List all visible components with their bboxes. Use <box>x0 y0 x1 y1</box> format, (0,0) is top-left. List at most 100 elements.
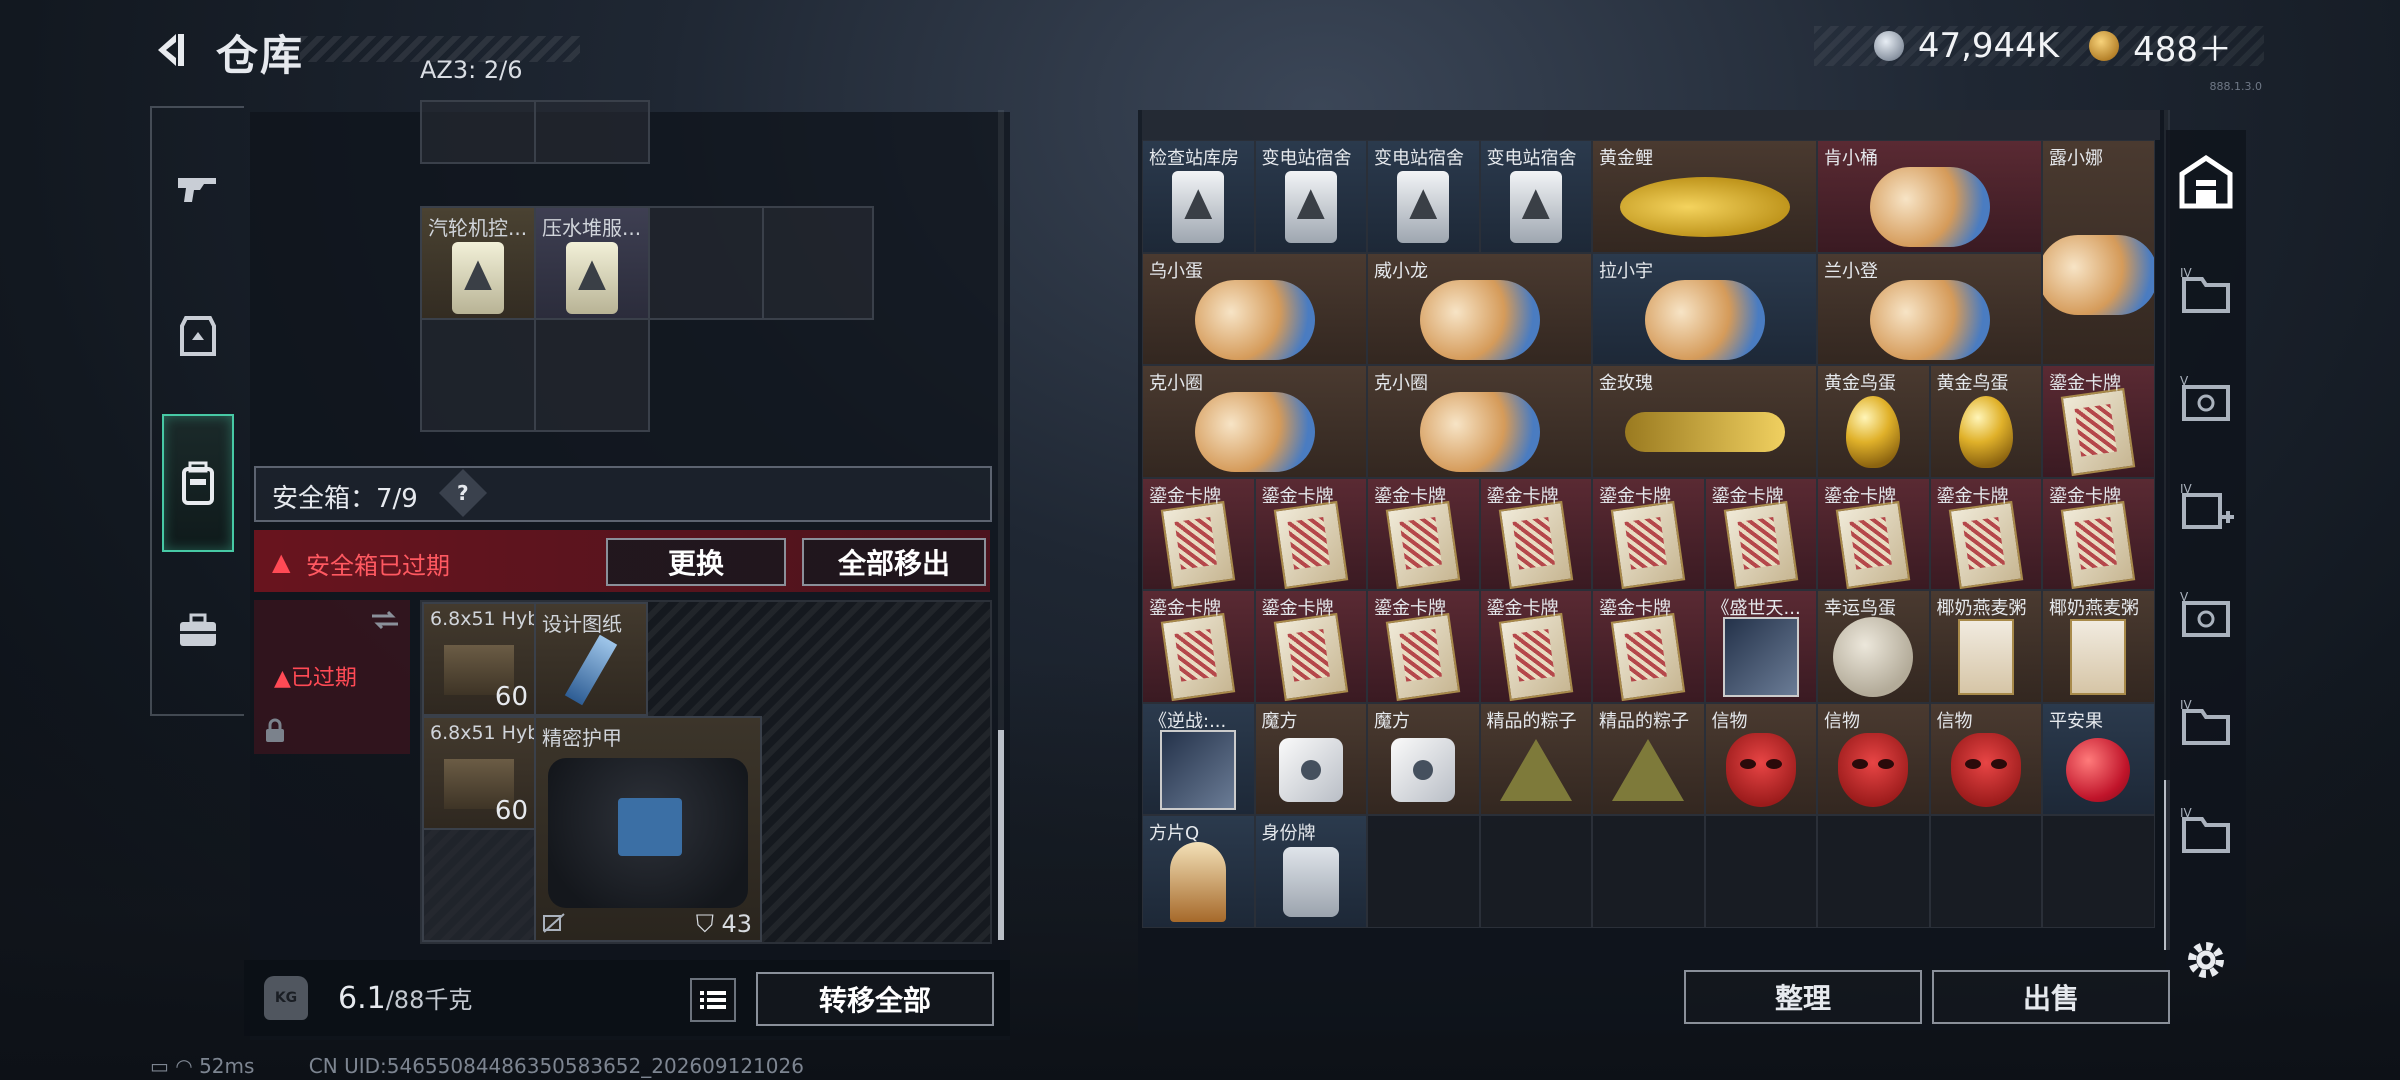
gear-icon <box>2188 942 2224 978</box>
storage-item[interactable]: 拉小宇 <box>1592 252 1817 365</box>
safe-slot-item[interactable]: 设计图纸 <box>534 602 648 716</box>
list-view-button[interactable] <box>690 978 736 1022</box>
transfer-all-button[interactable]: 转移全部 <box>756 972 994 1026</box>
storage-item[interactable]: 鎏金卡牌 <box>1254 477 1367 590</box>
safe-slot-item[interactable]: 6.8x51 Hybrid 60 <box>422 716 564 830</box>
safe-slot-item[interactable]: 6.8x51 Hybrid 60 <box>422 602 564 716</box>
storage-item[interactable]: 椰奶燕麦粥 <box>2042 590 2155 703</box>
storage-item[interactable]: 鎏金卡牌 <box>1142 477 1255 590</box>
storage-item[interactable]: 鎏金卡牌 <box>1704 477 1817 590</box>
toy-icon <box>1644 279 1765 360</box>
safe-box-case[interactable]: ▲已过期 <box>254 600 410 754</box>
replace-button[interactable]: 更换 <box>606 538 786 586</box>
storage-item[interactable]: 鎏金卡牌 <box>1479 590 1592 703</box>
storage-slot-empty[interactable] <box>1929 815 2042 928</box>
remove-all-button[interactable]: 全部移出 <box>802 538 986 586</box>
storage-slot-empty[interactable] <box>1817 815 1930 928</box>
safe-slot-item[interactable]: 精密护甲 ⛉ 43 <box>534 716 762 942</box>
storage-item[interactable]: 身份牌 <box>1254 815 1367 928</box>
storage-item[interactable]: 信物 <box>1929 702 2042 815</box>
storage-item[interactable]: 平安果 <box>2042 702 2155 815</box>
storage-item[interactable]: 信物 <box>1817 702 1930 815</box>
storage-item[interactable]: 露小娜 <box>2042 140 2155 365</box>
rail-armor-tab[interactable] <box>162 300 234 372</box>
storage-tab-v-1[interactable]: V <box>2176 370 2236 430</box>
storage-item[interactable]: 鎏金卡牌 <box>1929 477 2042 590</box>
storage-item[interactable]: 鎏金卡牌 <box>1254 590 1367 703</box>
az3-slot-item[interactable]: 汽轮机控... <box>420 206 536 320</box>
storage-item[interactable]: 鎏金卡牌 <box>1592 590 1705 703</box>
rail-weapon-tab[interactable] <box>162 152 234 224</box>
storage-item[interactable]: 椰奶燕麦粥 <box>1929 590 2042 703</box>
storage-item[interactable]: 鎏金卡牌 <box>1479 477 1592 590</box>
storage-item[interactable]: 鎏金卡牌 <box>1592 477 1705 590</box>
storage-tab-v-2[interactable]: V <box>2176 586 2236 646</box>
storage-item[interactable]: 信物 <box>1704 702 1817 815</box>
left-scrollbar-thumb[interactable] <box>998 730 1004 940</box>
storage-item[interactable]: 幸运鸟蛋 <box>1817 590 1930 703</box>
back-button[interactable] <box>148 28 192 72</box>
storage-slot-empty[interactable] <box>1479 815 1592 928</box>
storage-item[interactable]: 鎏金卡牌 <box>1367 590 1480 703</box>
sell-button[interactable]: 出售 <box>1932 970 2170 1024</box>
safe-slot-empty[interactable] <box>422 828 536 942</box>
storage-item[interactable]: 鎏金卡牌 <box>1367 477 1480 590</box>
storage-item[interactable]: 方片Q <box>1142 815 1255 928</box>
left-scrollbar[interactable] <box>998 110 1004 940</box>
storage-item[interactable]: 肯小桶 <box>1817 140 2042 253</box>
storage-tab-iv-3[interactable]: IV <box>2176 802 2236 862</box>
keycard-icon <box>566 242 618 315</box>
weight-icon: KG <box>264 976 308 1020</box>
storage-item[interactable]: 兰小登 <box>1817 252 2042 365</box>
storage-item[interactable]: 精品的粽子 <box>1592 702 1705 815</box>
storage-item[interactable]: 精品的粽子 <box>1479 702 1592 815</box>
storage-item[interactable]: 鎏金卡牌 <box>1817 477 1930 590</box>
item-name: 鎏金卡牌 <box>1599 485 1671 507</box>
storage-item[interactable]: 鎏金卡牌 <box>2042 365 2155 478</box>
storage-item[interactable]: 威小龙 <box>1367 252 1592 365</box>
storage-item[interactable]: 变电站宿舍 <box>1367 140 1480 253</box>
storage-home-tab[interactable] <box>2176 152 2236 212</box>
storage-item[interactable]: 变电站宿舍 <box>1254 140 1367 253</box>
storage-tab-iv-2[interactable]: IV <box>2176 694 2236 754</box>
storage-slot-empty[interactable] <box>1704 815 1817 928</box>
top-slot[interactable] <box>420 100 536 164</box>
rail-toolbox-tab[interactable] <box>162 594 234 666</box>
storage-item[interactable]: 鎏金卡牌 <box>2042 477 2155 590</box>
storage-slot-empty[interactable] <box>1367 815 1480 928</box>
storage-item[interactable]: 黄金鸟蛋 <box>1817 365 1930 478</box>
storage-slot-empty[interactable] <box>2042 815 2155 928</box>
storage-tab-iv-1[interactable]: IV <box>2176 262 2236 322</box>
storage-item[interactable]: 克小圈 <box>1142 365 1367 478</box>
storage-tab-add[interactable]: IV <box>2176 478 2236 538</box>
sort-button[interactable]: 整理 <box>1684 970 1922 1024</box>
az3-slot-empty[interactable] <box>648 206 764 320</box>
storage-item[interactable]: 乌小蛋 <box>1142 252 1367 365</box>
rail-backpack-tab[interactable] <box>162 414 234 552</box>
storage-item[interactable]: 克小圈 <box>1367 365 1592 478</box>
category-rail <box>150 106 244 716</box>
settings-button[interactable] <box>2176 930 2236 990</box>
storage-item[interactable]: 变电站宿舍 <box>1479 140 1592 253</box>
top-slot[interactable] <box>534 100 650 164</box>
storage-item[interactable]: 《盛世天... <box>1704 590 1817 703</box>
az3-slot-empty[interactable] <box>762 206 874 320</box>
storage-slot-empty[interactable] <box>1592 815 1705 928</box>
item-name: 乌小蛋 <box>1149 260 1203 282</box>
storage-item[interactable]: 魔方 <box>1254 702 1367 815</box>
keycard-icon <box>1172 171 1225 244</box>
item-name: 鎏金卡牌 <box>2049 485 2121 507</box>
storage-item[interactable]: 检查站库房 <box>1142 140 1255 253</box>
storage-item[interactable]: 《逆战:... <box>1142 702 1255 815</box>
storage-item[interactable]: 鎏金卡牌 <box>1142 590 1255 703</box>
storage-item[interactable]: 黄金鲤 <box>1592 140 1817 253</box>
storage-item[interactable]: 金玫瑰 <box>1592 365 1817 478</box>
item-name: 兰小登 <box>1824 260 1878 282</box>
az3-slot-item[interactable]: 压水堆服... <box>534 206 650 320</box>
storage-item[interactable]: 魔方 <box>1367 702 1480 815</box>
help-icon[interactable]: ? <box>438 468 488 518</box>
currency-secondary-value[interactable]: 488＋ <box>2133 22 2232 71</box>
az3-slot-empty[interactable] <box>534 318 650 432</box>
storage-item[interactable]: 黄金鸟蛋 <box>1929 365 2042 478</box>
az3-slot-empty[interactable] <box>420 318 536 432</box>
